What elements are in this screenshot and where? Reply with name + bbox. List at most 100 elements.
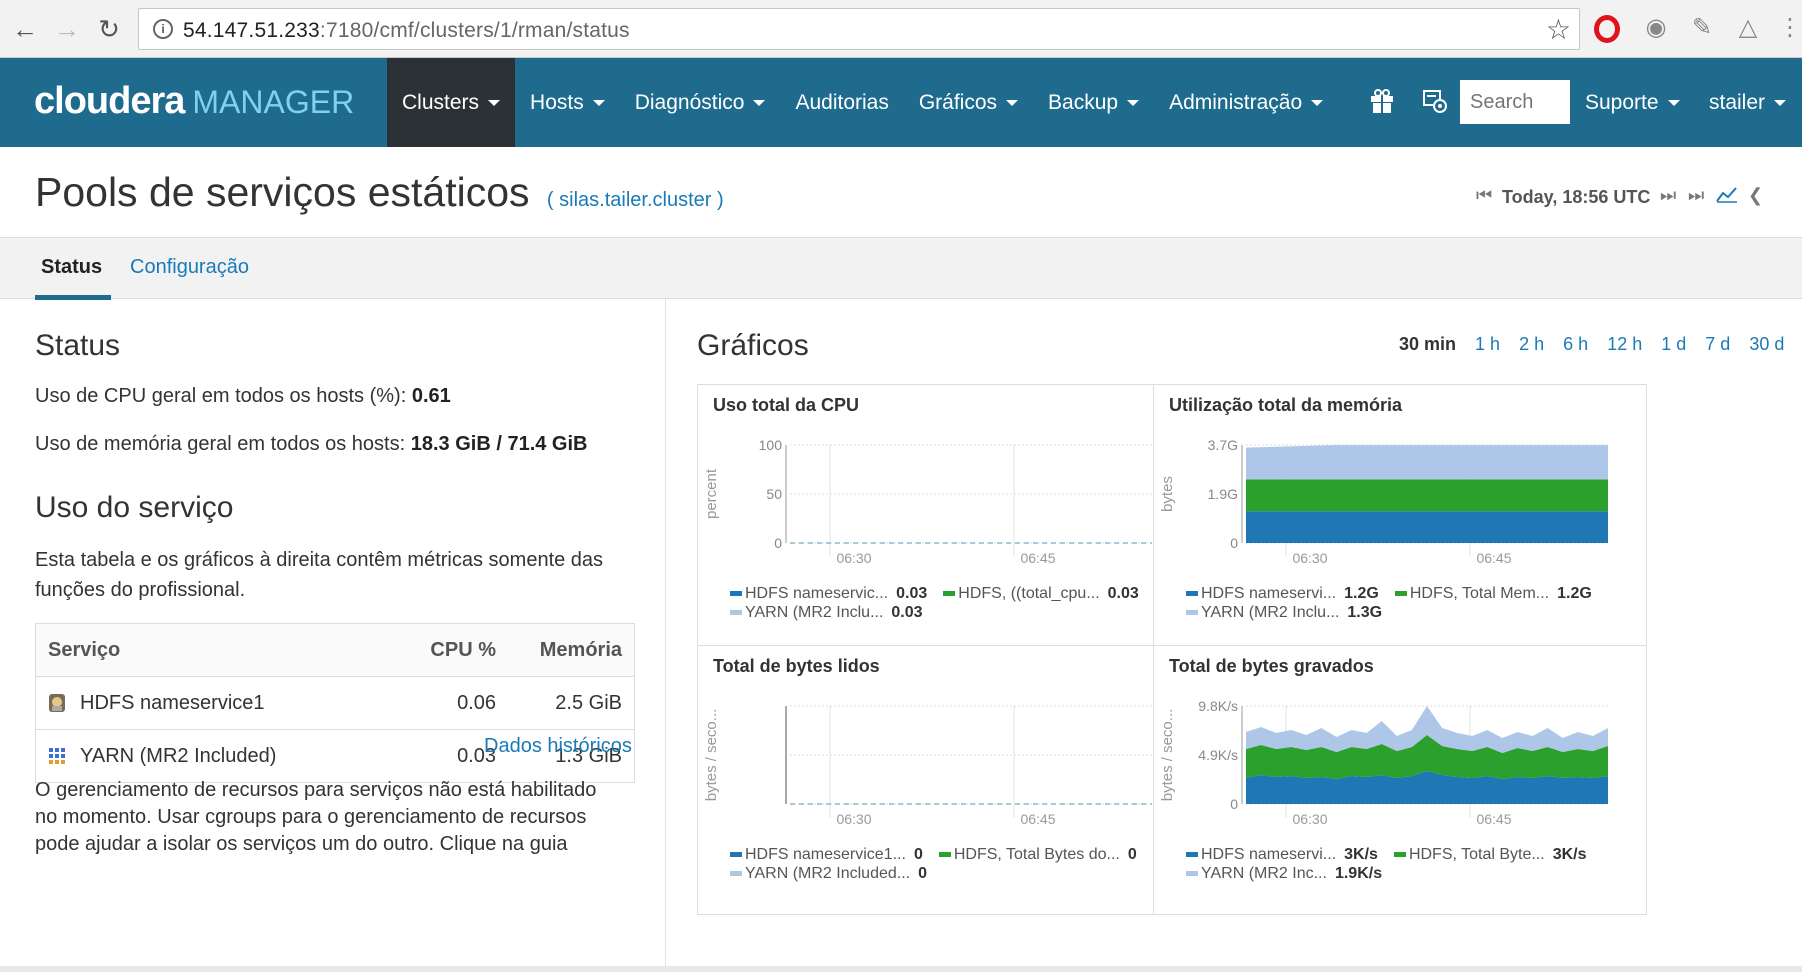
time-label[interactable]: Today, 18:56 UTC xyxy=(1502,187,1650,208)
legend-series-name[interactable]: HDFS, Total Mem... xyxy=(1410,585,1549,602)
legend-swatch xyxy=(730,852,742,858)
cpu-cell: 0.06 xyxy=(457,691,496,714)
legend-series-name[interactable]: YARN (MR2 Inclu... xyxy=(745,604,883,621)
legend-swatch xyxy=(1186,852,1198,858)
menu-graficos[interactable]: Gráficos xyxy=(904,58,1033,147)
forward-step-icon[interactable]: ⏭ xyxy=(1660,185,1676,206)
url-path: :7180/cmf/clusters/1/rman/status xyxy=(319,19,630,42)
extension-globe-icon[interactable]: ◉ xyxy=(1642,14,1670,42)
menu-auditorias[interactable]: Auditorias xyxy=(780,58,903,147)
horizontal-scrollbar[interactable] xyxy=(0,966,1802,972)
menu-hosts[interactable]: Hosts xyxy=(515,58,620,147)
col-header-service[interactable]: Serviço xyxy=(36,639,366,662)
menu-label: Gráficos xyxy=(918,90,998,114)
range-6h[interactable]: 6 h xyxy=(1563,334,1588,354)
legend-series-name[interactable]: HDFS nameservic... xyxy=(745,585,888,602)
charts-panel: Gráficos 30 min 1 h 2 h 6 h 12 h 1 d 7 d… xyxy=(667,299,1802,972)
tab-configuracao[interactable]: Configuração xyxy=(130,256,249,279)
legend-series-value: 0.03 xyxy=(1107,585,1139,602)
range-1h[interactable]: 1 h xyxy=(1475,334,1500,354)
legend-series-name[interactable]: HDFS, ((total_cpu... xyxy=(958,585,1099,602)
timeline-chart-icon[interactable] xyxy=(1716,185,1738,208)
opera-extension-icon[interactable] xyxy=(1594,15,1620,43)
charts-heading: Gráficos xyxy=(697,329,809,362)
legend-series-value: 0.03 xyxy=(896,585,928,602)
running-commands-icon[interactable] xyxy=(1422,88,1448,121)
menu-clusters[interactable]: Clusters xyxy=(387,58,516,147)
chart-legend-row: HDFS nameservic... 0.03 HDFS, ((total_cpu.… xyxy=(730,585,1155,603)
support-menu[interactable]: Suporte xyxy=(1585,58,1680,147)
col-header-cpu[interactable]: CPU % xyxy=(366,639,496,662)
legend-series-name[interactable]: HDFS nameservi... xyxy=(1201,585,1336,602)
rewind-icon[interactable]: ⏮ xyxy=(1476,185,1492,206)
fast-forward-icon[interactable]: ⏭ xyxy=(1688,185,1704,206)
site-info-icon[interactable]: i xyxy=(153,19,173,39)
menu-label: Auditorias xyxy=(795,90,889,114)
chart-uso-total-da-cpu[interactable]: Uso total da CPU percent 100 50 0 06:30 06:45 H… xyxy=(697,384,1191,654)
address-bar[interactable]: i 54.147.51.233:7180/cmf/clusters/1/rman… xyxy=(138,8,1580,50)
menu-diagnostico[interactable]: Diagnóstico xyxy=(620,58,781,147)
y-axis-label: percent xyxy=(703,468,720,519)
cpu-usage-line: Uso de CPU geral em todos os hosts (%): … xyxy=(35,381,451,411)
service-link[interactable]: YARN (MR2 Included) xyxy=(80,745,276,768)
legend-swatch xyxy=(943,591,956,597)
y-tick-label: 1.9G xyxy=(1208,486,1238,502)
legend-series-name[interactable]: HDFS nameservi... xyxy=(1201,846,1336,863)
x-tick-label: 06:30 xyxy=(1292,811,1327,827)
status-panel: Status Uso de CPU geral em todos os host… xyxy=(0,299,666,972)
usage-desc-line2: funções do profissional. xyxy=(35,579,246,601)
chart-title: Uso total da CPU xyxy=(713,395,860,415)
chart-total-de-bytes-gravados[interactable]: Total de bytes gravados bytes / seco... 9.… xyxy=(1153,645,1647,915)
cpu-usage-value: 0.61 xyxy=(411,385,451,407)
range-7d[interactable]: 7 d xyxy=(1705,334,1730,354)
forward-icon[interactable]: → xyxy=(52,14,82,44)
legend-series-value: 1.2G xyxy=(1557,585,1592,602)
cloudera-logo[interactable]: cloudera MANAGER xyxy=(34,80,354,123)
user-menu[interactable]: stailer xyxy=(1709,58,1787,147)
cluster-link[interactable]: ( silas.tailer.cluster ) xyxy=(547,189,724,211)
extension-drive-icon[interactable]: △ xyxy=(1734,14,1762,42)
legend-series-name[interactable]: HDFS, Total Bytes do... xyxy=(954,846,1120,863)
menu-administracao[interactable]: Administração xyxy=(1154,58,1338,147)
chevron-down-icon xyxy=(1311,99,1324,106)
chart-total-de-bytes-lidos[interactable]: Total de bytes lidos bytes / seco... 06:30… xyxy=(697,645,1191,915)
range-12h[interactable]: 12 h xyxy=(1607,334,1642,354)
browser-menu-icon[interactable]: ⋮ xyxy=(1776,14,1802,42)
y-tick-label: 3.7G xyxy=(1208,437,1238,453)
gift-icon[interactable] xyxy=(1370,88,1394,121)
chart-utiliza-o-total-da-mem-ria[interactable]: Utilização total da memória bytes 3.7G 1.9G… xyxy=(1153,384,1647,654)
chevron-down-icon xyxy=(1006,99,1019,106)
back-icon[interactable]: ← xyxy=(10,14,40,44)
search-input[interactable] xyxy=(1460,80,1570,124)
bookmark-star-icon[interactable]: ☆ xyxy=(1546,13,1571,46)
legend-series-name[interactable]: YARN (MR2 Included... xyxy=(745,865,910,882)
range-30min[interactable]: 30 min xyxy=(1399,334,1456,354)
legend-series-value: 3K/s xyxy=(1344,846,1378,863)
page-title-text: Pools de serviços estáticos xyxy=(35,169,530,215)
extension-edit-icon[interactable]: ✎ xyxy=(1688,14,1716,42)
memory-cell: 2.5 GiB xyxy=(555,691,622,714)
reload-icon[interactable]: ↻ xyxy=(94,14,124,44)
service-link[interactable]: HDFS nameservice1 xyxy=(80,692,265,715)
range-2h[interactable]: 2 h xyxy=(1519,334,1544,354)
mem-total-value: 71.4 GiB xyxy=(507,433,588,455)
col-header-memory[interactable]: Memória xyxy=(496,639,634,662)
table-header-row: Serviço CPU % Memória xyxy=(36,624,634,676)
legend-series-name[interactable]: HDFS, Total Byte... xyxy=(1409,846,1545,863)
legend-series-name[interactable]: YARN (MR2 Inclu... xyxy=(1201,604,1339,621)
time-range-selector: 30 min 1 h 2 h 6 h 12 h 1 d 7 d 30 d xyxy=(1399,334,1798,355)
legend-series-value: 1.9K/s xyxy=(1334,865,1383,882)
menu-backup[interactable]: Backup xyxy=(1033,58,1154,147)
chart-title: Total de bytes lidos xyxy=(713,656,880,676)
legend-series-value: 0.03 xyxy=(891,604,923,621)
browser-toolbar: ← → ↻ i 54.147.51.233:7180/cmf/clusters/… xyxy=(0,0,1802,58)
table-row: HDFS nameservice1 0.06 2.5 GiB xyxy=(36,676,634,729)
legend-series-name[interactable]: YARN (MR2 Inc... xyxy=(1201,865,1327,882)
legend-series-name[interactable]: HDFS nameservice1... xyxy=(745,846,906,863)
historical-data-link[interactable]: Dados históricos xyxy=(484,735,632,758)
collapse-left-icon[interactable]: ❮ xyxy=(1748,185,1763,206)
range-1d[interactable]: 1 d xyxy=(1661,334,1686,354)
tab-status[interactable]: Status xyxy=(41,256,102,279)
legend-swatch xyxy=(730,591,742,597)
range-30d[interactable]: 30 d xyxy=(1749,334,1784,354)
